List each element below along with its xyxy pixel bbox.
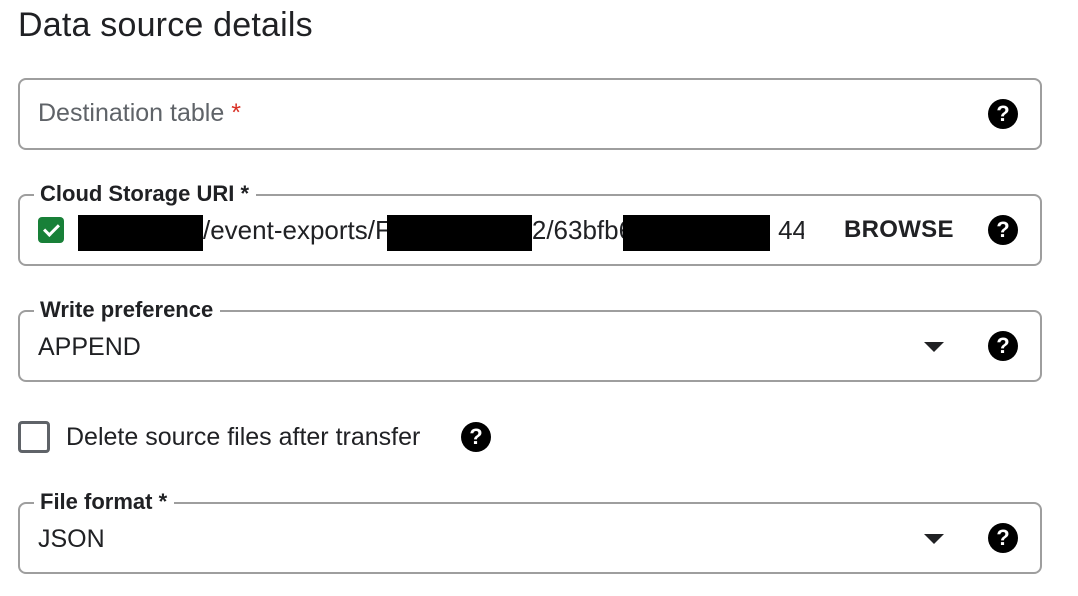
- uri-segment-3: 44C: [778, 215, 804, 245]
- delete-source-files-label[interactable]: Delete source files after transfer: [66, 422, 420, 452]
- write-preference-value: APPEND: [38, 333, 141, 361]
- write-preference-select[interactable]: Write preference APPEND ?: [18, 296, 1042, 382]
- help-circle-icon[interactable]: ?: [988, 331, 1018, 361]
- uri-segment-1: /event-exports/F: [203, 215, 391, 245]
- redaction-box: [387, 215, 532, 251]
- file-format-value: JSON: [38, 525, 105, 553]
- write-preference-label: Write preference: [34, 296, 221, 324]
- file-format-select[interactable]: File format * JSON ?: [18, 488, 1042, 574]
- help-circle-icon[interactable]: ?: [988, 99, 1018, 129]
- data-source-details-panel: Data source details Destination table * …: [0, 0, 1078, 596]
- destination-table-placeholder-text: Destination table: [38, 99, 225, 127]
- uri-segment-2: 2/63bfb6: [531, 215, 634, 245]
- check-icon: [38, 217, 64, 243]
- required-asterisk: *: [231, 99, 241, 127]
- cloud-storage-uri-field[interactable]: Cloud Storage URI * /event-exports/F 2/63…: [18, 180, 1042, 266]
- help-circle-icon[interactable]: ?: [988, 215, 1018, 245]
- destination-table-placeholder: Destination table *: [38, 98, 241, 128]
- help-circle-icon[interactable]: ?: [461, 422, 491, 452]
- redaction-box: [623, 215, 770, 251]
- file-format-label: File format *: [34, 488, 175, 516]
- destination-table-field[interactable]: Destination table * ?: [18, 78, 1042, 150]
- browse-button[interactable]: BROWSE: [844, 213, 954, 247]
- arrow-drop-down-icon[interactable]: [924, 342, 944, 352]
- help-circle-icon[interactable]: ?: [988, 523, 1018, 553]
- section-title: Data source details: [18, 6, 313, 44]
- cloud-storage-uri-label: Cloud Storage URI *: [34, 180, 257, 208]
- arrow-drop-down-icon[interactable]: [924, 534, 944, 544]
- delete-source-files-checkbox[interactable]: [18, 421, 50, 453]
- redaction-box: [78, 215, 203, 251]
